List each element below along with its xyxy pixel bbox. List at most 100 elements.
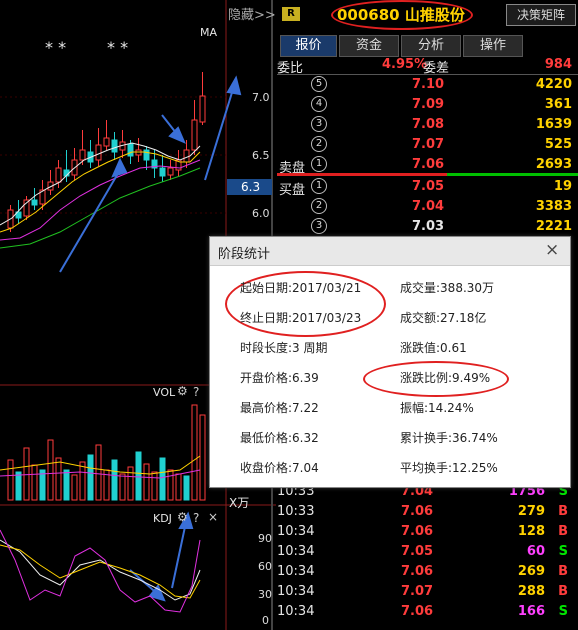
volume-bar (39, 469, 46, 501)
rating-badge: R (282, 7, 300, 21)
tab-funds[interactable]: 资金 (339, 35, 399, 57)
help-icon[interactable]: ? (193, 385, 199, 399)
kdj-label: KDJ (153, 512, 172, 525)
volume-bar (47, 439, 54, 501)
trade-time: 10:34 (277, 584, 315, 599)
buy-row[interactable]: 3 7.03 2221 (277, 217, 578, 237)
sell-row[interactable]: 2 7.07 525 (277, 135, 578, 155)
kdj-gear-icon[interactable]: ⚙ (177, 510, 188, 524)
vol-unit: X万 (229, 496, 250, 510)
start-date: 起始日期:2017/03/21 (240, 281, 362, 295)
trade-time: 10:34 (277, 604, 315, 619)
volume-bar (95, 444, 102, 501)
stage-stats-dialog: 阶段统计 × 起始日期:2017/03/21 终止日期:2017/03/23 时… (209, 236, 571, 488)
tab-quote[interactable]: 报价 (280, 35, 337, 57)
trade-side: S (558, 544, 568, 559)
buy-volume: 19 (553, 179, 572, 194)
kdj-tick-60: 60 (258, 560, 272, 573)
trade-side: B (558, 564, 568, 579)
hide-button[interactable]: 隐藏>> (228, 4, 276, 23)
trade-price: 7.05 (401, 544, 434, 559)
price-tick-60: 6.0 (252, 207, 270, 220)
amplitude-stat: 振幅:14.24% (400, 401, 474, 415)
sell-row[interactable]: 卖盘 1 7.06 2693 (277, 155, 578, 176)
open-price: 开盘价格:6.39 (240, 371, 319, 385)
candle-body (103, 137, 110, 147)
volume-bar (183, 475, 190, 501)
buy-price: 7.03 (412, 219, 445, 234)
sell-price: 7.09 (412, 97, 445, 112)
level-icon: 1 (311, 156, 327, 172)
ma-label: MA (200, 26, 218, 39)
candle-body (183, 149, 190, 163)
turnover-total-stat: 累计换手:36.74% (400, 431, 498, 445)
change-stat: 涨跌值:0.61 (400, 341, 467, 355)
candle-body (191, 119, 198, 151)
price-tick-65: 6.5 (252, 149, 270, 162)
candle-body (95, 144, 102, 161)
candle-body (111, 139, 118, 153)
high-price: 最高价格:7.22 (240, 401, 319, 415)
sell-price: 7.10 (412, 77, 445, 92)
buy-price: 7.05 (412, 179, 445, 194)
trade-time: 10:34 (277, 544, 315, 559)
volume-bar (199, 414, 206, 501)
kdj-help-icon[interactable]: ? (193, 511, 199, 525)
level-icon: 4 (311, 96, 327, 112)
trade-row: 10:34 7.06 269 B (277, 562, 578, 582)
trade-side: B (558, 524, 568, 539)
candle-body (159, 167, 166, 177)
close-icon[interactable]: × (545, 240, 559, 260)
committee-row: 委比 4.95% 委差 984 (277, 55, 578, 76)
trade-row: 10:34 7.06 166 S (277, 602, 578, 622)
sell-row[interactable]: 3 7.08 1639 (277, 115, 578, 135)
buy-volume: 3383 (535, 199, 572, 214)
buy-price: 7.04 (412, 199, 445, 214)
buy-volume: 2221 (535, 219, 572, 234)
trade-time: 10:34 (277, 564, 315, 579)
buy-row[interactable]: 买盘 1 7.05 19 (277, 177, 578, 198)
volume-bar (71, 474, 78, 501)
volume-bar (135, 451, 142, 501)
level-icon: 2 (311, 198, 327, 214)
sell-row[interactable]: 5 7.10 4220 (277, 75, 578, 95)
candle-body (127, 143, 134, 157)
sell-volume: 361 (544, 97, 572, 112)
candle-body (199, 95, 206, 123)
trade-volume: 128 (517, 524, 545, 539)
stars-marker-1: * * (45, 38, 67, 57)
trade-price: 7.06 (401, 604, 434, 619)
sell-row[interactable]: 4 7.09 361 (277, 95, 578, 115)
trade-side: B (558, 584, 568, 599)
trade-time: 10:33 (277, 504, 315, 519)
end-date: 终止日期:2017/03/23 (240, 311, 362, 325)
kdj-tick-90: 90 (258, 532, 272, 545)
trade-volume: 166 (517, 604, 545, 619)
buy-label: 买盘 (279, 183, 306, 198)
volume-bar (119, 473, 126, 501)
change-pct-stat: 涨跌比例:9.49% (400, 371, 491, 385)
level-icon: 3 (311, 116, 327, 132)
volume-bar (63, 469, 70, 501)
volume-bar (31, 464, 38, 501)
tab-operation[interactable]: 操作 (463, 35, 523, 57)
current-price-badge: 6.3 (227, 179, 272, 195)
level-icon: 2 (311, 136, 327, 152)
tab-analysis[interactable]: 分析 (401, 35, 461, 57)
volume-bar (23, 447, 30, 501)
trade-price: 7.06 (401, 504, 434, 519)
gear-icon[interactable]: ⚙ (177, 384, 188, 398)
candle-body (143, 149, 150, 161)
price-tick-70: 7.0 (252, 91, 270, 104)
volume-bar (79, 461, 86, 501)
dialog-header: 阶段统计 × (210, 237, 570, 266)
trade-volume: 279 (517, 504, 545, 519)
kdj-close-icon[interactable]: × (208, 510, 218, 524)
volume-bar (151, 471, 158, 501)
buy-row[interactable]: 2 7.04 3383 (277, 197, 578, 217)
decision-matrix-button[interactable]: 决策矩阵 (506, 4, 576, 26)
trade-row: 10:33 7.06 279 B (277, 502, 578, 522)
amount-stat: 成交额:27.18亿 (400, 311, 487, 325)
trade-row: 10:34 7.07 288 B (277, 582, 578, 602)
sell-price: 7.08 (412, 117, 445, 132)
